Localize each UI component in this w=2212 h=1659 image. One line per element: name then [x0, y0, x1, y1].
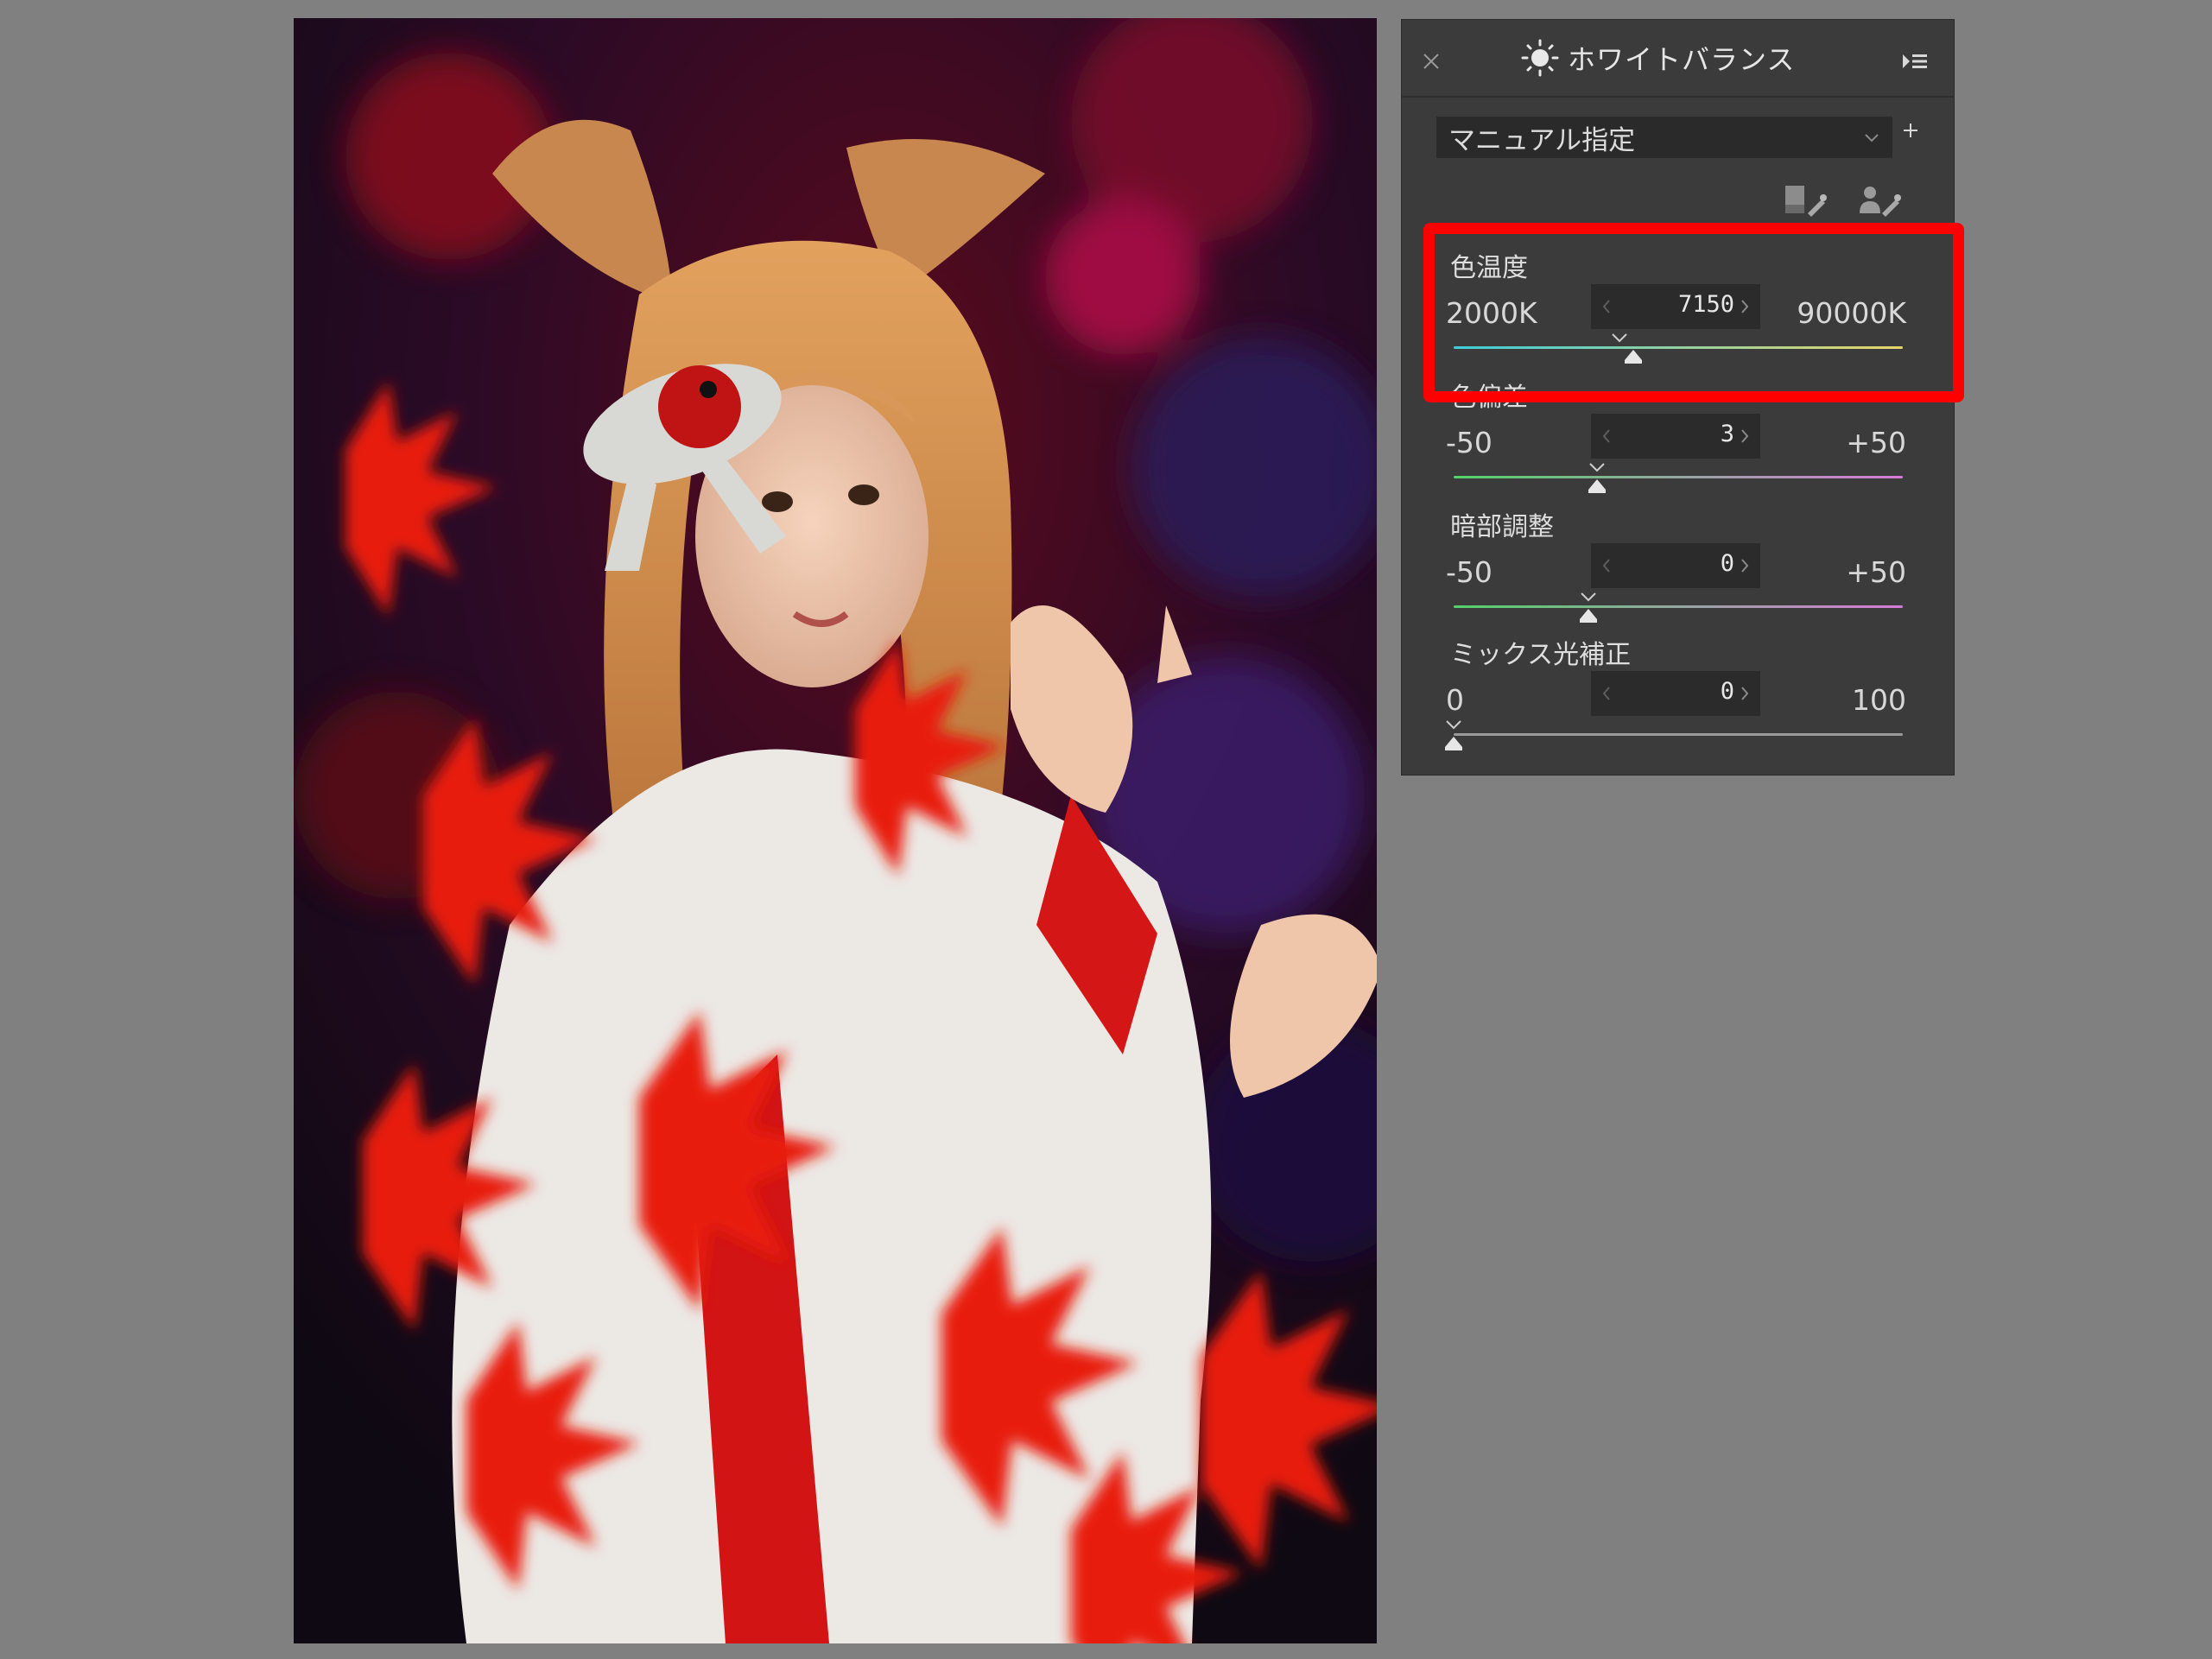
default-marker-icon — [1581, 592, 1596, 602]
default-marker-icon — [1446, 720, 1461, 730]
preset-value: マニュアル指定 — [1448, 124, 1636, 156]
default-marker-icon — [1612, 333, 1628, 343]
slider-max-label: 90000K — [1797, 296, 1906, 330]
increment-chevron-right-icon[interactable] — [1738, 555, 1752, 576]
value-spinbox — [1591, 671, 1760, 716]
slider-track[interactable] — [1454, 476, 1903, 478]
slider-max-label: +50 — [1846, 555, 1906, 589]
value-input[interactable] — [1631, 550, 1734, 577]
skin-eyedropper-icon[interactable] — [1858, 184, 1903, 218]
slider-section-temperature: 色温度 2000K 90000K — [1402, 246, 1954, 376]
gray-point-eyedropper-icon[interactable] — [1784, 184, 1829, 218]
panel-title: ホワイトバランス — [1568, 43, 1796, 76]
slider-title: ミックス光補正 — [1450, 640, 1632, 670]
slider-title: 色偏差 — [1450, 383, 1528, 413]
slider-track[interactable] — [1454, 605, 1903, 608]
plus-icon[interactable] — [1900, 120, 1921, 141]
slider-title: 色温度 — [1450, 253, 1528, 283]
value-input[interactable] — [1631, 291, 1734, 318]
panel-menu-icon[interactable] — [1901, 51, 1929, 72]
slider-thumb[interactable] — [1623, 348, 1644, 365]
increment-chevron-right-icon[interactable] — [1738, 426, 1752, 446]
slider-min-label: 2000K — [1446, 296, 1537, 330]
close-icon[interactable] — [1421, 51, 1442, 72]
slider-thumb[interactable] — [1578, 607, 1599, 624]
decrement-chevron-left-icon[interactable] — [1600, 683, 1613, 704]
value-input[interactable] — [1631, 421, 1734, 447]
slider-thumb[interactable] — [1443, 735, 1464, 752]
slider-track[interactable] — [1454, 346, 1903, 349]
preset-dropdown[interactable]: マニュアル指定 — [1436, 117, 1892, 158]
slider-section-shadow: 暗部調整 -50 +50 — [1402, 505, 1954, 635]
slider-title: 暗部調整 — [1450, 512, 1554, 542]
slider-section-tint: 色偏差 -50 +50 — [1402, 376, 1954, 505]
slider-max-label: 100 — [1852, 683, 1906, 717]
increment-chevron-right-icon[interactable] — [1738, 296, 1752, 317]
photo-image — [294, 18, 1377, 1643]
slider-section-mixed: ミックス光補正 0 100 — [1402, 633, 1954, 763]
white-balance-panel: ホワイトバランス マニュアル指定 色温度 2000K 90000K 色偏差 -50 +50… — [1401, 19, 1955, 776]
chevron-down-icon — [1865, 134, 1879, 142]
slider-min-label: -50 — [1446, 555, 1493, 589]
slider-thumb[interactable] — [1587, 478, 1607, 495]
slider-min-label: 0 — [1446, 683, 1464, 717]
value-spinbox — [1591, 414, 1760, 459]
slider-track[interactable] — [1454, 733, 1903, 736]
value-spinbox — [1591, 543, 1760, 588]
decrement-chevron-left-icon[interactable] — [1600, 426, 1613, 446]
default-marker-icon — [1589, 463, 1606, 472]
value-spinbox — [1591, 284, 1760, 329]
slider-max-label: +50 — [1846, 426, 1906, 459]
increment-chevron-right-icon[interactable] — [1738, 683, 1752, 704]
photo-preview — [294, 18, 1377, 1643]
panel-header: ホワイトバランス — [1402, 20, 1954, 98]
value-input[interactable] — [1631, 678, 1734, 705]
sun-icon — [1521, 39, 1559, 77]
panel-title-group: ホワイトバランス — [1521, 37, 1795, 79]
decrement-chevron-left-icon[interactable] — [1600, 555, 1613, 576]
decrement-chevron-left-icon[interactable] — [1600, 296, 1613, 317]
slider-min-label: -50 — [1446, 426, 1493, 459]
